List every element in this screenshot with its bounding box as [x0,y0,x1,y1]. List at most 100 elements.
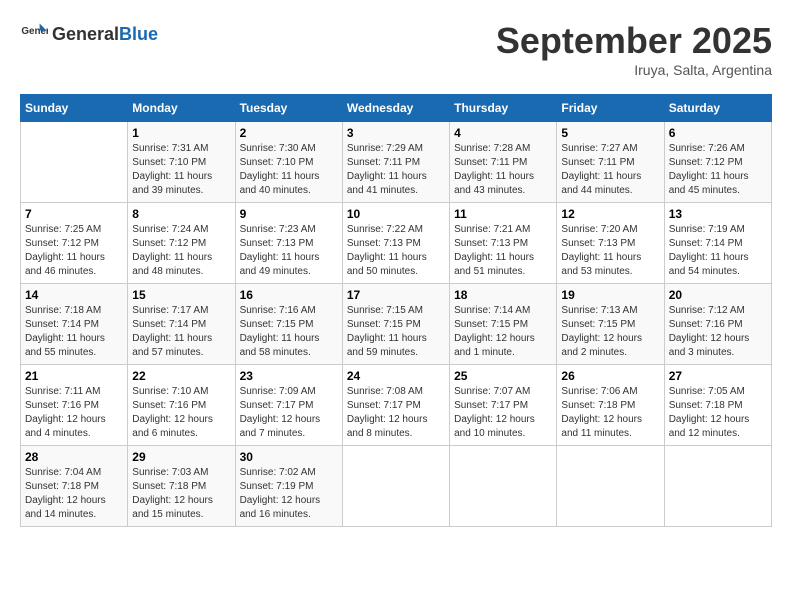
svg-text:General: General [21,26,48,37]
logo-icon: General [20,20,48,48]
calendar-cell: 12 Sunrise: 7:20 AM Sunset: 7:13 PM Dayli… [557,203,664,284]
calendar-cell: 1Sunrise: 7:31 AM Sunset: 7:10 PM Daylig… [128,122,235,203]
calendar-week-2: 7 Sunrise: 7:25 AM Sunset: 7:12 PM Daylig… [21,203,772,284]
calendar-cell: 28Sunrise: 7:04 AM Sunset: 7:18 PM Dayli… [21,446,128,527]
calendar-cell: 17 Sunrise: 7:15 AM Sunset: 7:15 PM Dayli… [342,284,449,365]
day-number: 4 [454,126,552,140]
header-monday: Monday [128,95,235,122]
calendar-cell [21,122,128,203]
header-sunday: Sunday [21,95,128,122]
day-info: Sunrise: 7:09 AM Sunset: 7:17 PM Dayligh… [240,385,338,441]
calendar-week-3: 14Sunrise: 7:18 AM Sunset: 7:14 PM Dayli… [21,284,772,365]
day-number: 17 [347,288,445,302]
calendar-cell: 18Sunrise: 7:14 AM Sunset: 7:15 PM Dayli… [450,284,557,365]
calendar-cell [557,446,664,527]
day-info: Sunrise: 7:11 AM Sunset: 7:16 PM Dayligh… [25,385,123,441]
header-thursday: Thursday [450,95,557,122]
day-info: Sunrise: 7:15 AM Sunset: 7:15 PM Dayligh… [347,304,445,360]
day-info: Sunrise: 7:22 AM Sunset: 7:13 PM Dayligh… [347,223,445,279]
day-number: 12 [561,207,659,221]
calendar-cell: 9Sunrise: 7:23 AM Sunset: 7:13 PM Daylig… [235,203,342,284]
calendar-cell: 29Sunrise: 7:03 AM Sunset: 7:18 PM Dayli… [128,446,235,527]
day-info: Sunrise: 7:06 AM Sunset: 7:18 PM Dayligh… [561,385,659,441]
calendar-cell [664,446,771,527]
day-number: 15 [132,288,230,302]
day-number: 30 [240,450,338,464]
day-info: Sunrise: 7:03 AM Sunset: 7:18 PM Dayligh… [132,466,230,522]
logo-general: General [52,24,119,45]
day-number: 10 [347,207,445,221]
calendar-cell: 3 Sunrise: 7:29 AM Sunset: 7:11 PM Daylig… [342,122,449,203]
day-number: 19 [561,288,659,302]
calendar-cell [342,446,449,527]
day-number: 24 [347,369,445,383]
calendar-cell: 15Sunrise: 7:17 AM Sunset: 7:14 PM Dayli… [128,284,235,365]
day-number: 2 [240,126,338,140]
calendar-cell: 13 Sunrise: 7:19 AM Sunset: 7:14 PM Dayli… [664,203,771,284]
day-number: 7 [25,207,123,221]
day-info: Sunrise: 7:20 AM Sunset: 7:13 PM Dayligh… [561,223,659,279]
day-info: Sunrise: 7:16 AM Sunset: 7:15 PM Dayligh… [240,304,338,360]
day-number: 21 [25,369,123,383]
calendar-cell: 14Sunrise: 7:18 AM Sunset: 7:14 PM Dayli… [21,284,128,365]
calendar-cell: 24Sunrise: 7:08 AM Sunset: 7:17 PM Dayli… [342,365,449,446]
calendar-cell: 4 Sunrise: 7:28 AM Sunset: 7:11 PM Daylig… [450,122,557,203]
day-number: 3 [347,126,445,140]
day-info: Sunrise: 7:07 AM Sunset: 7:17 PM Dayligh… [454,385,552,441]
day-number: 27 [669,369,767,383]
calendar-cell: 8Sunrise: 7:24 AM Sunset: 7:12 PM Daylig… [128,203,235,284]
day-info: Sunrise: 7:02 AM Sunset: 7:19 PM Dayligh… [240,466,338,522]
calendar-week-5: 28Sunrise: 7:04 AM Sunset: 7:18 PM Dayli… [21,446,772,527]
calendar-cell: 21 Sunrise: 7:11 AM Sunset: 7:16 PM Dayli… [21,365,128,446]
day-number: 9 [240,207,338,221]
calendar-cell: 7 Sunrise: 7:25 AM Sunset: 7:12 PM Daylig… [21,203,128,284]
calendar-cell: 10 Sunrise: 7:22 AM Sunset: 7:13 PM Dayli… [342,203,449,284]
day-number: 8 [132,207,230,221]
calendar-header: SundayMondayTuesdayWednesdayThursdayFrid… [21,95,772,122]
calendar-week-4: 21 Sunrise: 7:11 AM Sunset: 7:16 PM Dayli… [21,365,772,446]
day-number: 22 [132,369,230,383]
day-info: Sunrise: 7:27 AM Sunset: 7:11 PM Dayligh… [561,142,659,198]
calendar-cell: 20 Sunrise: 7:12 AM Sunset: 7:16 PM Dayli… [664,284,771,365]
day-info: Sunrise: 7:13 AM Sunset: 7:15 PM Dayligh… [561,304,659,360]
day-info: Sunrise: 7:29 AM Sunset: 7:11 PM Dayligh… [347,142,445,198]
calendar-table: SundayMondayTuesdayWednesdayThursdayFrid… [20,94,772,527]
day-info: Sunrise: 7:18 AM Sunset: 7:14 PM Dayligh… [25,304,123,360]
calendar-cell: 23 Sunrise: 7:09 AM Sunset: 7:17 PM Dayli… [235,365,342,446]
calendar-cell: 22 Sunrise: 7:10 AM Sunset: 7:16 PM Dayli… [128,365,235,446]
month-title: September 2025 [496,20,772,62]
page-header: General GeneralBlue September 2025 Iruya… [20,20,772,78]
calendar-cell: 11 Sunrise: 7:21 AM Sunset: 7:13 PM Dayli… [450,203,557,284]
calendar-cell: 5Sunrise: 7:27 AM Sunset: 7:11 PM Daylig… [557,122,664,203]
header-friday: Friday [557,95,664,122]
calendar-cell: 26 Sunrise: 7:06 AM Sunset: 7:18 PM Dayli… [557,365,664,446]
calendar-cell [450,446,557,527]
day-number: 13 [669,207,767,221]
day-info: Sunrise: 7:21 AM Sunset: 7:13 PM Dayligh… [454,223,552,279]
day-info: Sunrise: 7:19 AM Sunset: 7:14 PM Dayligh… [669,223,767,279]
day-number: 20 [669,288,767,302]
header-wednesday: Wednesday [342,95,449,122]
day-info: Sunrise: 7:28 AM Sunset: 7:11 PM Dayligh… [454,142,552,198]
location-subtitle: Iruya, Salta, Argentina [496,62,772,78]
day-info: Sunrise: 7:05 AM Sunset: 7:18 PM Dayligh… [669,385,767,441]
day-number: 1 [132,126,230,140]
day-number: 23 [240,369,338,383]
calendar-cell: 16 Sunrise: 7:16 AM Sunset: 7:15 PM Dayli… [235,284,342,365]
day-info: Sunrise: 7:26 AM Sunset: 7:12 PM Dayligh… [669,142,767,198]
day-info: Sunrise: 7:25 AM Sunset: 7:12 PM Dayligh… [25,223,123,279]
calendar-cell: 27 Sunrise: 7:05 AM Sunset: 7:18 PM Dayli… [664,365,771,446]
day-number: 6 [669,126,767,140]
day-number: 11 [454,207,552,221]
calendar-body: 1Sunrise: 7:31 AM Sunset: 7:10 PM Daylig… [21,122,772,527]
day-info: Sunrise: 7:14 AM Sunset: 7:15 PM Dayligh… [454,304,552,360]
day-number: 16 [240,288,338,302]
day-info: Sunrise: 7:10 AM Sunset: 7:16 PM Dayligh… [132,385,230,441]
calendar-cell: 2Sunrise: 7:30 AM Sunset: 7:10 PM Daylig… [235,122,342,203]
day-number: 26 [561,369,659,383]
header-row: SundayMondayTuesdayWednesdayThursdayFrid… [21,95,772,122]
day-info: Sunrise: 7:12 AM Sunset: 7:16 PM Dayligh… [669,304,767,360]
header-tuesday: Tuesday [235,95,342,122]
calendar-week-1: 1Sunrise: 7:31 AM Sunset: 7:10 PM Daylig… [21,122,772,203]
calendar-cell: 25Sunrise: 7:07 AM Sunset: 7:17 PM Dayli… [450,365,557,446]
